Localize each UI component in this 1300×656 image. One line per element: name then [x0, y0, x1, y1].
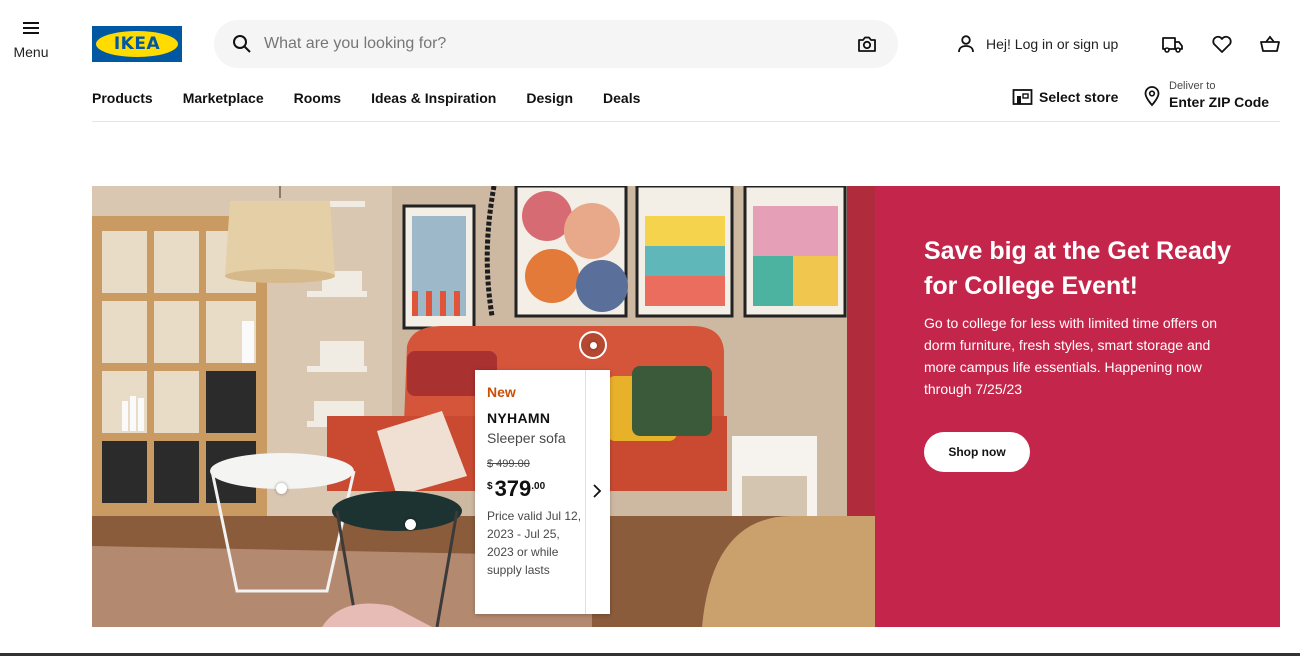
menu-label: Menu: [13, 44, 49, 60]
price-validity: Price valid Jul 12, 2023 - Jul 25, 2023 …: [487, 509, 582, 577]
basket-icon[interactable]: [1258, 33, 1282, 55]
old-price: $ 499.00: [487, 458, 530, 470]
new-badge: New: [487, 384, 516, 400]
price-integer: 379: [494, 476, 532, 501]
login-link[interactable]: Hej! Log in or sign up: [956, 32, 1118, 56]
truck-icon[interactable]: [1161, 33, 1185, 55]
camera-icon[interactable]: [856, 33, 878, 55]
zip-code-button[interactable]: Deliver to Enter ZIP Code: [1143, 80, 1269, 111]
search-bar[interactable]: [214, 20, 898, 68]
product-hotspot-green-table[interactable]: [396, 510, 424, 538]
price-currency: $: [487, 481, 493, 492]
product-hotspot-white-table[interactable]: [267, 474, 295, 502]
product-hotspot-sofa[interactable]: [579, 331, 607, 359]
promo-title: Save big at the Get Ready for College Ev…: [924, 237, 1232, 300]
nav-products[interactable]: Products: [92, 90, 153, 106]
heart-icon[interactable]: [1210, 33, 1234, 55]
main-nav: Products Marketplace Rooms Ideas & Inspi…: [92, 90, 670, 106]
menu-button[interactable]: Menu: [10, 22, 52, 62]
chevron-right-icon[interactable]: [589, 482, 605, 500]
select-store-button[interactable]: Select store: [1012, 88, 1118, 106]
promo-panel: Save big at the Get Ready for College Ev…: [875, 186, 1280, 627]
current-price: $ 379 .00: [487, 478, 587, 500]
nav-marketplace[interactable]: Marketplace: [183, 90, 264, 106]
login-label: Hej! Log in or sign up: [986, 36, 1119, 52]
user-icon: [958, 35, 974, 53]
deliver-to-label: Deliver to: [1169, 80, 1216, 92]
logo-text: IKEA: [113, 34, 161, 54]
select-store-label: Select store: [1039, 89, 1119, 105]
price-decimal: .00: [531, 481, 546, 492]
nav-deals[interactable]: Deals: [603, 90, 640, 106]
location-pin-icon: [1144, 85, 1160, 106]
nav-rooms[interactable]: Rooms: [294, 90, 341, 106]
card-divider: [585, 370, 586, 614]
search-input[interactable]: [264, 20, 824, 68]
product-card[interactable]: New NYHAMN Sleeper sofa $ 499.00 $ 379 .…: [475, 370, 610, 614]
search-icon[interactable]: [232, 34, 252, 54]
header-divider: [92, 121, 1280, 122]
shop-now-button[interactable]: Shop now: [924, 432, 1030, 472]
zip-code-label: Enter ZIP Code: [1169, 94, 1270, 110]
promo-body: Go to college for less with limited time…: [924, 315, 1218, 397]
nav-ideas-inspiration[interactable]: Ideas & Inspiration: [371, 90, 496, 106]
product-description: Sleeper sofa: [487, 430, 566, 446]
hamburger-icon: [23, 22, 39, 34]
store-icon: [1012, 89, 1033, 105]
ikea-logo[interactable]: IKEA: [92, 26, 182, 62]
nav-design[interactable]: Design: [526, 90, 573, 106]
product-name: NYHAMN: [487, 410, 551, 426]
